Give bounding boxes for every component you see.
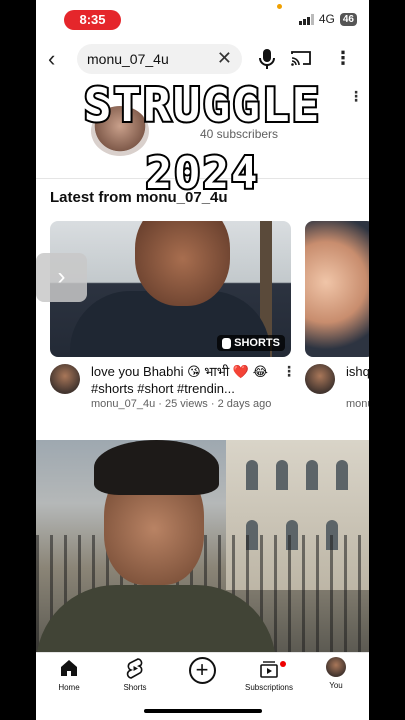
video-thumbnail-2[interactable] <box>305 221 369 357</box>
create-plus-icon: + <box>188 657 216 684</box>
search-toolbar: ‹ monu_07_4u ✕ ⋮ <box>36 44 369 74</box>
search-input[interactable]: monu_07_4u ✕ <box>77 44 242 74</box>
you-avatar <box>326 657 346 677</box>
nav-you[interactable]: You <box>303 657 369 690</box>
notification-dot <box>280 661 286 667</box>
carousel-next-button[interactable]: › <box>36 253 87 302</box>
status-time: 8:35 <box>64 10 121 30</box>
shorts-logo-icon <box>222 337 232 349</box>
bottom-navigation: Home Shorts + Subscriptions You <box>36 652 369 702</box>
overlay-title-line2: 2024 <box>144 146 260 201</box>
overlay-title-line1: STRUGGLE <box>82 76 322 134</box>
battery-icon: 46 <box>339 12 357 26</box>
subscriptions-icon <box>260 661 278 678</box>
shorts-badge: SHORTS <box>217 335 285 351</box>
cast-icon[interactable] <box>291 50 311 66</box>
signal-icon <box>298 13 314 25</box>
thumbnail-person-face <box>135 221 230 306</box>
video-channel-avatar[interactable] <box>50 364 80 394</box>
clear-search-icon[interactable]: ✕ <box>217 48 232 69</box>
status-bar: 8:35 4G 46 <box>36 0 369 40</box>
privacy-indicator-icon <box>277 4 282 9</box>
video-player[interactable] <box>36 440 369 652</box>
nav-shorts[interactable]: Shorts <box>102 657 168 692</box>
video-title-2[interactable]: ishq yaar <box>346 363 369 380</box>
home-icon <box>61 660 77 676</box>
shorts-icon <box>126 658 143 679</box>
video-meta: monu_07_4u · 25 views · 2 days ago <box>91 398 272 410</box>
video-menu-icon[interactable]: ⋮ <box>282 363 296 380</box>
nav-you-label: You <box>329 681 343 690</box>
microphone-icon[interactable] <box>258 48 276 70</box>
nav-home[interactable]: Home <box>36 657 102 692</box>
nav-subscriptions-label: Subscriptions <box>244 683 294 692</box>
shorts-badge-label: SHORTS <box>234 337 280 349</box>
more-options-icon[interactable]: ⋮ <box>334 48 352 69</box>
nav-shorts-label: Shorts <box>123 683 147 692</box>
nav-create[interactable]: + <box>169 657 235 684</box>
app-screen: 8:35 4G 46 ‹ monu_07_4u ✕ ⋮ 40 subscribe… <box>36 0 369 720</box>
nav-home-label: Home <box>58 683 80 692</box>
network-label: 4G <box>318 12 335 26</box>
video-person-hair <box>94 440 219 495</box>
nav-subscriptions[interactable]: Subscriptions <box>236 657 302 692</box>
back-arrow-icon[interactable]: ‹ <box>48 47 55 71</box>
home-indicator <box>144 709 262 713</box>
video-title[interactable]: love you Bhabhi 😘 भाभी ❤️ 😂 #shorts #sho… <box>91 363 281 397</box>
video-meta-2: monu <box>346 398 369 410</box>
video-channel-avatar-2[interactable] <box>305 364 335 394</box>
status-indicators: 4G 46 <box>298 12 357 26</box>
search-query: monu_07_4u <box>87 51 169 67</box>
